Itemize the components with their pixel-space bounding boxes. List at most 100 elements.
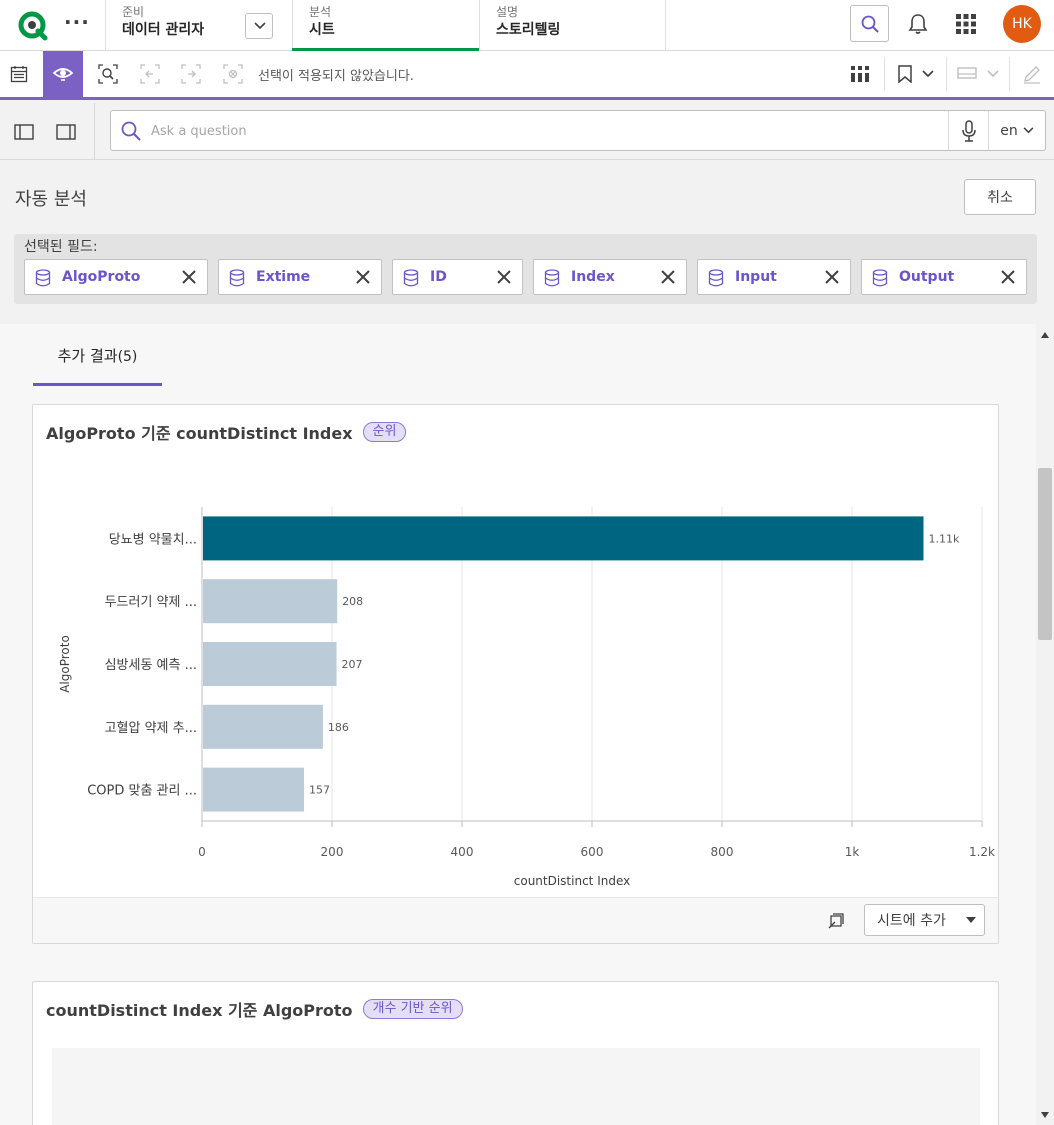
bar-chart[interactable]: 0 200 400 600 800 1k 1.2k 당뇨병 약물치... 1.11k 두드러기 약… (33, 445, 998, 895)
nav-narrate-label: 스토리텔링 (496, 22, 561, 38)
edit-sheet-button[interactable] (1020, 51, 1044, 97)
nav-analyze[interactable]: 분석 시트 (292, 0, 479, 51)
voice-input-button[interactable] (948, 111, 988, 150)
step-back-button[interactable] (139, 51, 161, 97)
card-title: countDistinct Index 기준 AlgoProto 개수 기반 순… (46, 997, 463, 1021)
nav-narrate[interactable]: 설명 스토리텔링 (479, 0, 666, 51)
question-bar-divider (94, 103, 95, 159)
result-card-ranking: AlgoProto 기준 countDistinct Index 순위 0 200… (32, 404, 999, 944)
field-chip-algoproto[interactable]: AlgoProto (24, 259, 208, 295)
presentation-icon (957, 67, 977, 79)
nav-prepare-dropdown[interactable] (245, 13, 273, 39)
field-chip-label: Extime (256, 269, 311, 285)
bar[interactable] (203, 704, 323, 749)
field-chip-label: Index (571, 269, 615, 285)
smart-search-button[interactable] (96, 51, 120, 97)
field-chip-input[interactable]: Input (697, 259, 851, 295)
more-options-icon[interactable]: ··· (64, 10, 89, 38)
field-chip-label: AlgoProto (62, 269, 141, 285)
database-icon (544, 269, 560, 287)
x-tick-label: 1k (845, 845, 860, 859)
language-select[interactable]: en (988, 111, 1045, 150)
bookmarks-button[interactable] (894, 51, 938, 97)
calendar-button[interactable] (6, 51, 32, 97)
close-icon[interactable] (1000, 269, 1016, 285)
card-title-text: countDistinct Index 기준 AlgoProto (46, 1001, 353, 1020)
search-icon (121, 121, 141, 141)
card-footer: 시트에 추가 (33, 897, 998, 943)
left-panel-toggle-icon[interactable] (14, 124, 34, 140)
auto-analysis-title: 자동 분석 (15, 189, 87, 210)
present-button[interactable] (955, 51, 1001, 97)
category-label: 당뇨병 약물치... (109, 532, 197, 547)
data-label: 207 (342, 658, 363, 671)
insight-advisor-button[interactable] (43, 51, 83, 97)
step-forward-button[interactable] (180, 51, 202, 97)
add-to-sheet-label: 시트에 추가 (877, 913, 946, 929)
nav-analyze-label: 시트 (309, 22, 335, 38)
bar[interactable] (203, 579, 338, 624)
scroll-down-icon[interactable] (1041, 1112, 1049, 1118)
bar[interactable] (203, 642, 337, 686)
tab-count: (5) (117, 349, 138, 365)
language-value: en (1000, 122, 1018, 139)
category-label: 두드러기 약제 ... (105, 595, 197, 610)
result-card-count-ranking: countDistinct Index 기준 AlgoProto 개수 기반 순… (32, 981, 999, 1125)
data-label: 186 (328, 721, 349, 734)
step-back-icon (140, 64, 160, 84)
chart-loading-placeholder (52, 1048, 980, 1125)
field-chip-extime[interactable]: Extime (218, 259, 382, 295)
bar-grid-icon (851, 66, 869, 82)
toolbar-divider (884, 57, 885, 91)
data-label: 157 (309, 784, 330, 797)
bell-icon[interactable] (907, 12, 929, 36)
chevron-down-icon (922, 70, 934, 78)
tab-additional-results[interactable]: 추가 결과(5) (33, 342, 162, 386)
clear-selections-button[interactable] (222, 51, 244, 97)
add-to-sheet-button[interactable]: 시트에 추가 (864, 904, 985, 936)
close-icon[interactable] (824, 269, 840, 285)
apps-grid-icon[interactable] (955, 13, 977, 35)
close-icon[interactable] (181, 269, 197, 285)
selection-status-text: 선택이 적용되지 않았습니다. (258, 69, 414, 84)
clear-selections-icon (223, 64, 243, 84)
close-icon[interactable] (355, 269, 371, 285)
chevron-down-icon (987, 70, 999, 78)
results-scrollbar[interactable] (1036, 324, 1054, 1125)
database-icon (35, 269, 51, 287)
search-icon (861, 15, 879, 33)
qlik-logo-icon[interactable] (17, 10, 49, 42)
field-chip-index[interactable]: Index (533, 259, 687, 295)
nav-analyze-sup: 분석 (309, 5, 332, 19)
scroll-up-icon[interactable] (1041, 332, 1049, 338)
x-tick-label: 600 (581, 845, 604, 859)
scrollbar-thumb[interactable] (1038, 468, 1052, 640)
analysis-type-badge: 순위 (362, 422, 407, 442)
chevron-down-icon (1023, 127, 1034, 134)
eye-bulb-icon (52, 68, 74, 81)
assets-panel-button[interactable] (849, 51, 871, 97)
cancel-button[interactable]: 취소 (964, 179, 1036, 215)
database-icon (229, 269, 245, 287)
field-chip-id[interactable]: ID (392, 259, 523, 295)
field-chip-label: Output (899, 269, 955, 285)
bar[interactable] (203, 516, 924, 561)
user-avatar[interactable]: HK (1003, 5, 1041, 43)
close-icon[interactable] (660, 269, 676, 285)
explore-icon[interactable] (827, 910, 847, 930)
right-panel-toggle-icon[interactable] (56, 124, 76, 140)
bar[interactable] (203, 767, 305, 812)
field-chip-output[interactable]: Output (861, 259, 1027, 295)
close-icon[interactable] (496, 269, 512, 285)
pencil-icon (1024, 66, 1040, 84)
toolbar-divider (946, 57, 947, 91)
database-icon (708, 269, 724, 287)
chart-bars (203, 516, 924, 812)
sheet-toolbar: 선택이 적용되지 않았습니다. (0, 51, 1054, 100)
step-forward-icon (181, 64, 201, 84)
question-input[interactable] (151, 121, 931, 141)
chevron-down-icon (254, 22, 266, 30)
top-navigation: ··· 준비 데이터 관리자 분석 시트 설명 스토리텔링 HK (0, 0, 1054, 51)
x-tick-label: 800 (711, 845, 734, 859)
top-search-button[interactable] (850, 5, 889, 42)
